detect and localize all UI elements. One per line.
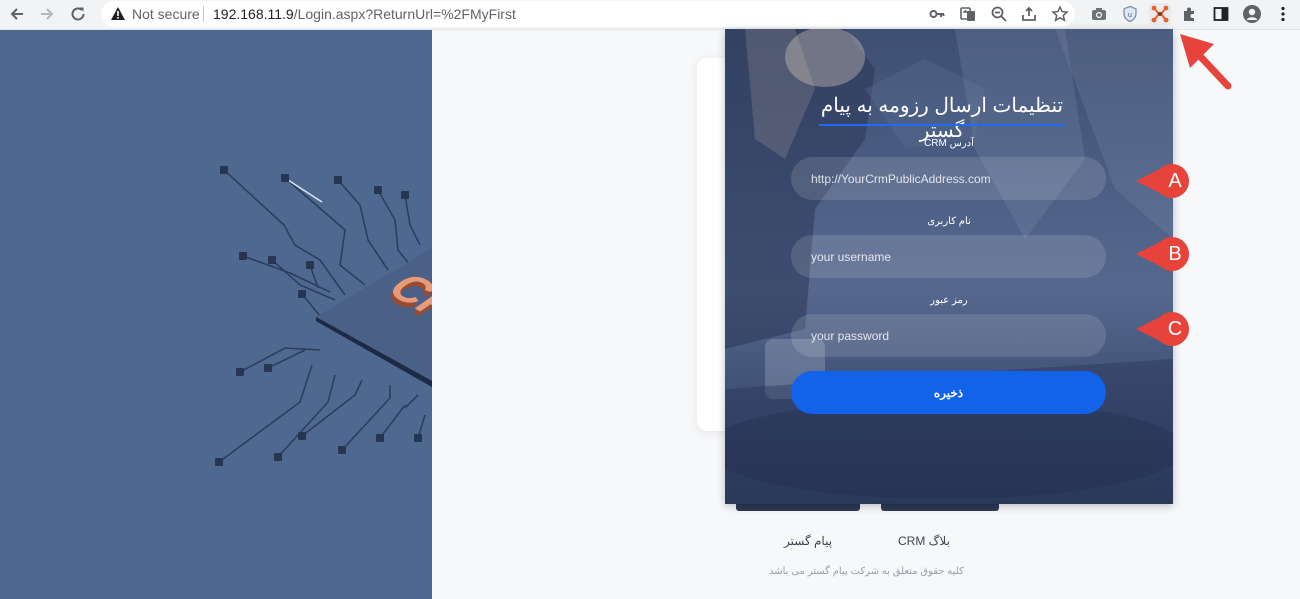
reload-icon bbox=[71, 7, 85, 21]
browser-menu-button[interactable] bbox=[1272, 3, 1294, 25]
avatar-icon bbox=[1243, 5, 1261, 23]
annotation-marker-c: C bbox=[1136, 312, 1192, 346]
password-label: رمز عبور bbox=[930, 295, 968, 306]
crm-circuit-illustration: CRM CRM bbox=[215, 166, 432, 466]
zoom-out-icon bbox=[991, 6, 1007, 22]
copyright-text: کلیه حقوق متعلق به شرکت پیام گستر می باش… bbox=[769, 566, 964, 577]
pointer-arrow-icon bbox=[1180, 34, 1232, 90]
marker-letter: B bbox=[1168, 243, 1182, 265]
marker-letter: C bbox=[1167, 318, 1183, 340]
annotation-marker-b: B bbox=[1136, 237, 1192, 271]
kebab-menu-icon bbox=[1281, 6, 1285, 22]
security-status[interactable]: Not secure bbox=[132, 6, 200, 22]
popup-title: تنظیمات ارسال رزومه به پیام گستر bbox=[820, 95, 1064, 142]
url-path: /Login.aspx?ReturnUrl=%2FMyFirst bbox=[293, 6, 516, 22]
forward-arrow-icon bbox=[41, 8, 54, 20]
browser-toolbar: Not secure 192.168.11.9/Login.aspx?Retur… bbox=[0, 0, 1300, 30]
share-button[interactable] bbox=[1018, 3, 1040, 25]
network-nodes-icon bbox=[1151, 5, 1169, 23]
translate-button[interactable] bbox=[957, 3, 979, 25]
svg-text:u: u bbox=[1128, 12, 1132, 19]
footer-link-payamgostar[interactable]: پیام گستر bbox=[784, 534, 832, 548]
omnibox-separator bbox=[203, 6, 204, 22]
shield-icon: u bbox=[1123, 5, 1137, 23]
puzzle-piece-icon bbox=[1184, 7, 1194, 21]
url-text[interactable]: 192.168.11.9/Login.aspx?ReturnUrl=%2FMyF… bbox=[213, 6, 516, 22]
star-icon bbox=[1051, 5, 1069, 22]
crm-address-input[interactable] bbox=[791, 157, 1106, 200]
annotation-marker-a: A bbox=[1136, 164, 1192, 198]
key-icon bbox=[929, 10, 945, 18]
title-underline bbox=[819, 124, 1065, 126]
side-panel-button[interactable] bbox=[1210, 3, 1232, 25]
password-input[interactable] bbox=[791, 314, 1106, 357]
warning-triangle-icon bbox=[111, 7, 125, 20]
extension-popup: تنظیمات ارسال رزومه به پیام گستر آدرس CR… bbox=[725, 29, 1173, 504]
screenshot-extension-button[interactable] bbox=[1088, 3, 1110, 25]
password-key-button[interactable] bbox=[926, 3, 948, 25]
footer-link-crm-blog[interactable]: بلاگ CRM bbox=[898, 534, 950, 548]
side-panel-icon bbox=[1213, 7, 1229, 21]
payamgostar-extension-button[interactable] bbox=[1149, 3, 1171, 25]
back-arrow-icon bbox=[10, 8, 23, 20]
url-host: 192.168.11.9 bbox=[213, 6, 294, 22]
username-input[interactable] bbox=[791, 235, 1106, 278]
username-label: نام کاربری bbox=[927, 216, 971, 227]
profile-button[interactable] bbox=[1241, 3, 1263, 25]
bookmark-button[interactable] bbox=[1049, 3, 1071, 25]
camera-icon bbox=[1092, 8, 1106, 20]
forward-button[interactable] bbox=[35, 2, 59, 26]
login-illustration-panel: CRM CRM bbox=[0, 30, 432, 599]
crm-address-label: آدرس CRM bbox=[924, 138, 974, 149]
reload-button[interactable] bbox=[66, 2, 90, 26]
translate-icon bbox=[960, 7, 975, 21]
marker-letter: A bbox=[1168, 170, 1182, 192]
zoom-button[interactable] bbox=[988, 3, 1010, 25]
share-icon bbox=[1022, 6, 1036, 21]
extensions-menu-button[interactable] bbox=[1179, 3, 1201, 25]
save-button[interactable]: ذخیره bbox=[791, 371, 1106, 414]
shield-extension-button[interactable]: u bbox=[1119, 3, 1141, 25]
back-button[interactable] bbox=[5, 2, 29, 26]
